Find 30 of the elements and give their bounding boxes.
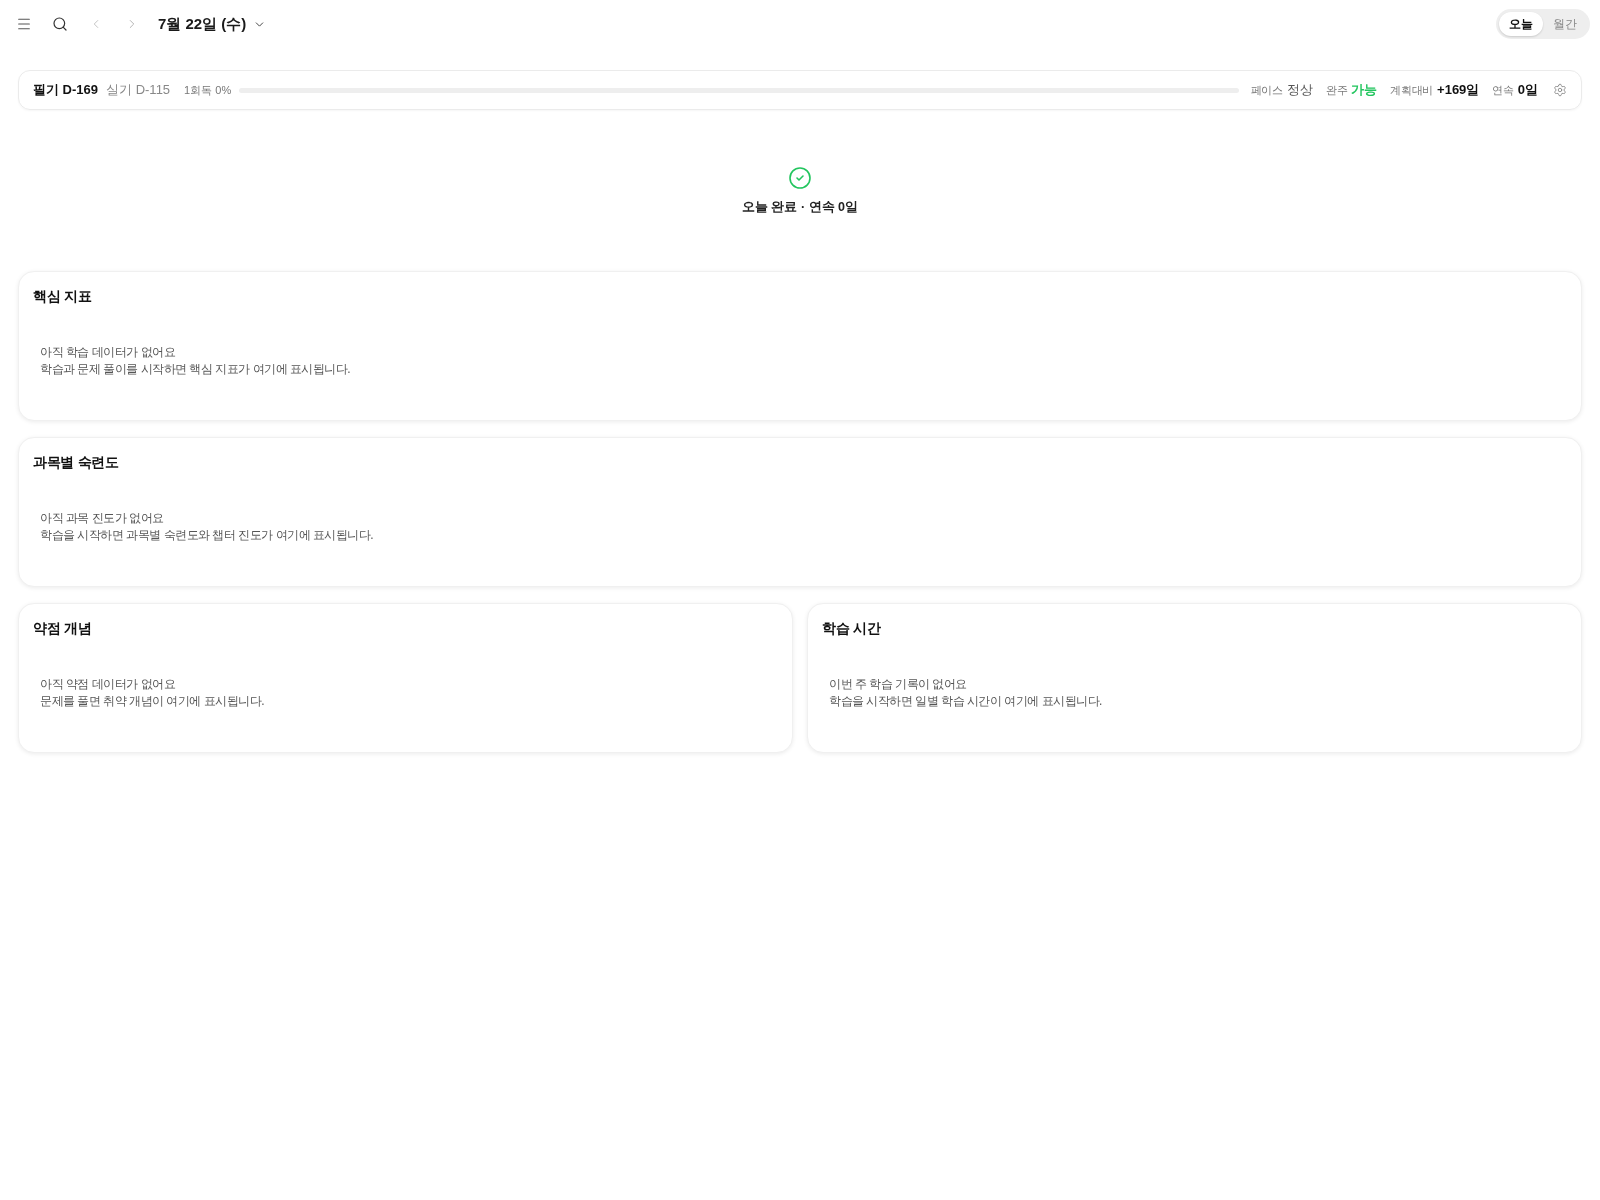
- card-title: 과목별 숙련도: [33, 452, 119, 472]
- view-tab[interactable]: 오늘: [1499, 12, 1543, 36]
- stat-value: 0일: [1517, 81, 1538, 100]
- settings-button[interactable]: [1551, 81, 1569, 99]
- date-picker-button[interactable]: 7월 22일 (수): [158, 12, 267, 36]
- settings-icon: [1553, 83, 1567, 97]
- empty-state-text: 아직 학습 데이터가 없어요: [40, 343, 175, 361]
- search-icon: [52, 16, 68, 32]
- progress-label: 1회독 0%: [184, 82, 232, 98]
- empty-state-text: 학습을 시작하면 과목별 숙련도와 챕터 진도가 여기에 표시됩니다.: [40, 526, 374, 544]
- empty-state-text: 아직 약점 데이터가 없어요: [40, 675, 175, 693]
- exam-countdown: 필기 D-169: [33, 81, 99, 100]
- today-status-text: 오늘 완료 · 연속 0일: [742, 199, 858, 216]
- stat-value: 정상: [1286, 81, 1313, 100]
- empty-state-text: 문제를 풀면 취약 개념이 여기에 표시됩니다.: [40, 692, 264, 710]
- card-title: 약점 개념: [33, 618, 92, 638]
- stat-label: 계획대비: [1390, 83, 1434, 99]
- stat-label: 페이스: [1250, 83, 1283, 99]
- stat-value: 가능: [1351, 81, 1378, 100]
- exam-countdown: 실기 D-115: [106, 81, 171, 100]
- stat-value: +169일: [1437, 81, 1480, 100]
- stat-label: 연속: [1492, 83, 1514, 99]
- empty-state-text: 이번 주 학습 기록이 없어요: [829, 675, 967, 693]
- menu-icon: [16, 16, 32, 32]
- empty-state-text: 아직 과목 진도가 없어요: [40, 509, 164, 527]
- card-title: 핵심 지표: [33, 286, 92, 306]
- empty-state-text: 학습을 시작하면 일별 학습 시간이 여기에 표시됩니다.: [829, 692, 1102, 710]
- card-title: 학습 시간: [822, 618, 881, 638]
- stat-label: 완주: [1325, 83, 1348, 99]
- empty-state-text: 학습과 문제 풀이를 시작하면 핵심 지표가 여기에 표시됩니다.: [40, 360, 351, 378]
